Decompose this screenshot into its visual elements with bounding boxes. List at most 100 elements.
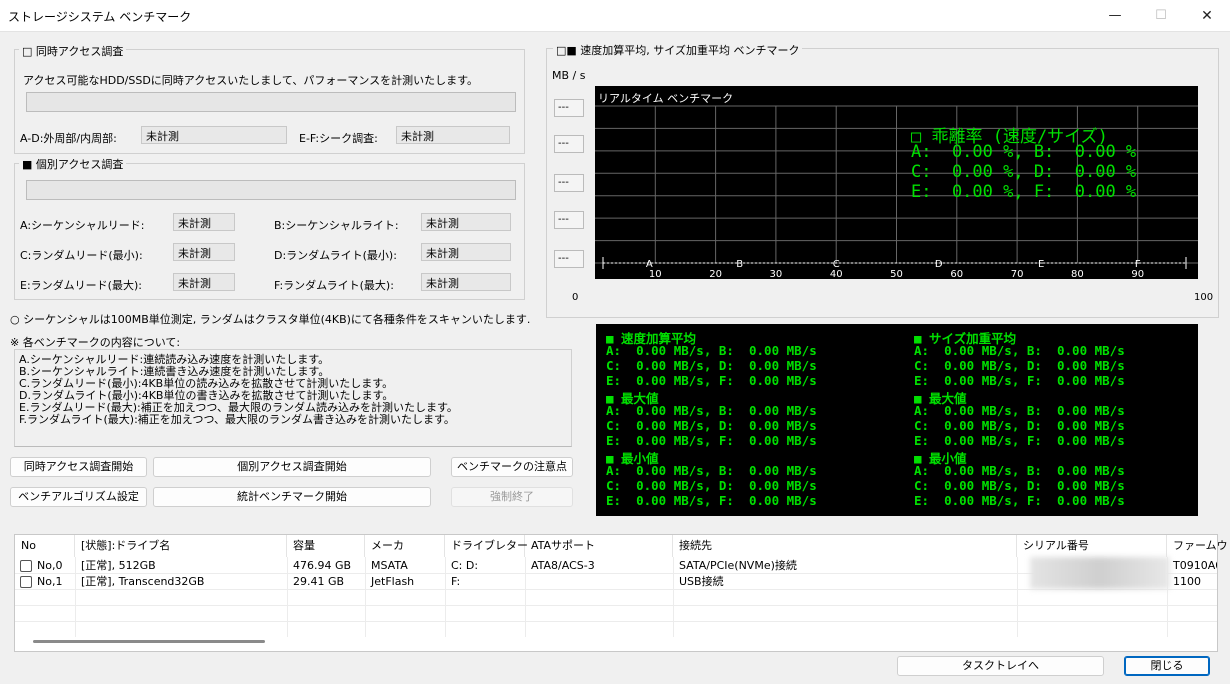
speed-max-ab: A: 0.00 MB/s, B: 0.00 MB/s xyxy=(606,403,817,418)
column-header[interactable]: No xyxy=(15,535,75,557)
x-tick-label: 50 xyxy=(890,269,903,279)
table-cell: 476.94 GB xyxy=(293,559,352,572)
size-max-ab: A: 0.00 MB/s, B: 0.00 MB/s xyxy=(914,403,1125,418)
ratio-line-ab: A: 0.00 %, B: 0.00 % xyxy=(911,142,1137,162)
title-bar: ストレージシステム ベンチマーク — ☐ ✕ xyxy=(0,0,1230,32)
horizontal-scrollbar[interactable] xyxy=(33,640,265,643)
column-header[interactable]: メーカ xyxy=(365,535,445,557)
table-cell: SATA/PCIe(NVMe)接続 xyxy=(679,559,797,572)
close-button[interactable]: 閉じる xyxy=(1124,656,1210,676)
item-c-label: C:ランダムリード(最小): xyxy=(20,249,143,262)
speed-min-ef: E: 0.00 MB/s, F: 0.00 MB/s xyxy=(606,493,817,508)
task-tray-button[interactable]: タスクトレイへ xyxy=(897,656,1104,676)
x-tick-label: 30 xyxy=(770,269,783,279)
speed-max-cd: C: 0.00 MB/s, D: 0.00 MB/s xyxy=(606,418,817,433)
section-marker: C xyxy=(833,259,840,270)
x-tick-label: 90 xyxy=(1131,269,1144,279)
y-tick-label: --- xyxy=(554,250,584,268)
concurrent-description: アクセス可能なHDD/SSDに同時アクセスいたしまして、パフォーマンスを計測いた… xyxy=(23,74,479,87)
ef-label: E-F:シーク調査: xyxy=(299,132,378,145)
window-title: ストレージシステム ベンチマーク xyxy=(8,10,192,24)
section-marker: E xyxy=(1038,259,1044,270)
benchmark-notes-button[interactable]: ベンチマークの注意点 xyxy=(451,457,573,477)
size-max-cd: C: 0.00 MB/s, D: 0.00 MB/s xyxy=(914,418,1125,433)
table-cell: No,1 xyxy=(37,575,63,588)
table-cell: C: D: xyxy=(451,559,479,572)
table-cell: ATA8/ACS-3 xyxy=(531,559,595,572)
item-e-value: 未計測 xyxy=(173,273,235,291)
table-cell: MSATA xyxy=(371,559,408,572)
force-stop-button[interactable]: 強制終了 xyxy=(451,487,573,507)
item-f-label: F:ランダムライト(最大): xyxy=(274,279,394,292)
speed-max-ef: E: 0.00 MB/s, F: 0.00 MB/s xyxy=(606,433,817,448)
column-header[interactable]: シリアル番号 xyxy=(1017,535,1167,557)
column-header[interactable]: ATAサポート xyxy=(525,535,673,557)
chart-title: リアルタイム ベンチマーク xyxy=(598,92,734,105)
section-marker: D xyxy=(935,259,943,270)
item-a-label: A:シーケンシャルリード: xyxy=(20,219,145,232)
item-e-label: E:ランダムリード(最大): xyxy=(20,279,142,292)
item-b-label: B:シーケンシャルライト: xyxy=(274,219,399,232)
item-d-label: D:ランダムライト(最小): xyxy=(274,249,397,262)
individual-start-button[interactable]: 個別アクセス調査開始 xyxy=(153,457,431,477)
ef-value: 未計測 xyxy=(396,126,510,144)
serial-number-redacted xyxy=(1030,557,1170,589)
table-cell: 1100 xyxy=(1173,575,1201,588)
bench-group-label: □■ 速度加算平均, サイズ加重平均 ベンチマーク xyxy=(553,42,803,58)
column-header[interactable]: 容量 xyxy=(287,535,365,557)
x-tick-label: 80 xyxy=(1071,269,1084,279)
algorithm-settings-button[interactable]: ベンチアルゴリズム設定 xyxy=(10,487,147,507)
row-divider xyxy=(15,621,1217,622)
x-tick-label: 70 xyxy=(1011,269,1024,279)
ratio-line-cd: C: 0.00 %, D: 0.00 % xyxy=(911,162,1137,182)
individual-group-label: ■ 個別アクセス調査 xyxy=(19,156,127,172)
speed-avg-cd: C: 0.00 MB/s, D: 0.00 MB/s xyxy=(606,358,817,373)
column-header[interactable]: [状態]:ドライブ名 xyxy=(75,535,287,557)
column-divider xyxy=(1017,557,1018,637)
column-header[interactable]: ドライブレター xyxy=(445,535,528,557)
size-avg-ab: A: 0.00 MB/s, B: 0.00 MB/s xyxy=(914,343,1125,358)
y-tick-label: --- xyxy=(554,135,584,153)
size-avg-ef: E: 0.00 MB/s, F: 0.00 MB/s xyxy=(914,373,1125,388)
table-cell: No,0 xyxy=(37,559,63,572)
column-header[interactable]: ファームウ xyxy=(1167,535,1228,557)
item-b-value: 未計測 xyxy=(421,213,511,231)
x-max-label: 100 xyxy=(1194,292,1214,303)
concurrent-start-button[interactable]: 同時アクセス調査開始 xyxy=(10,457,147,477)
individual-progress-bar xyxy=(26,180,516,200)
x-tick-label: 10 xyxy=(649,269,662,279)
desc-line: F.ランダムライト(最大):補正を加えつつ、最大限のランダム書き込みを計測いたし… xyxy=(19,413,455,426)
table-cell: USB接続 xyxy=(679,575,724,588)
speed-min-ab: A: 0.00 MB/s, B: 0.00 MB/s xyxy=(606,463,817,478)
drive-table[interactable]: No [状態]:ドライブ名 容量 メーカ ドライブレター ATAサポート 接続先… xyxy=(14,534,1228,652)
size-min-ab: A: 0.00 MB/s, B: 0.00 MB/s xyxy=(914,463,1125,478)
scan-note: ○ シーケンシャルは100MB単位測定, ランダムはクラスタ単位(4KB)にて各… xyxy=(10,313,531,326)
table-cell: JetFlash xyxy=(371,575,415,588)
stats-benchmark-start-button[interactable]: 統計ベンチマーク開始 xyxy=(153,487,431,507)
maximize-icon[interactable]: ☐ xyxy=(1138,0,1184,32)
section-marker: B xyxy=(736,259,743,270)
column-header[interactable]: 接続先 xyxy=(673,535,1017,557)
item-a-value: 未計測 xyxy=(173,213,235,231)
y-tick-label: --- xyxy=(554,99,584,117)
ratio-line-ef: E: 0.00 %, F: 0.00 % xyxy=(911,182,1137,202)
table-cell: [正常], 512GB xyxy=(81,559,156,572)
description-heading: ※ 各ベンチマークの内容について: xyxy=(10,336,181,349)
ad-value: 未計測 xyxy=(141,126,287,144)
table-cell: T0910A0 xyxy=(1173,559,1217,572)
minimize-icon[interactable]: — xyxy=(1092,0,1138,32)
item-d-value: 未計測 xyxy=(421,243,511,261)
table-cell: 29.41 GB xyxy=(293,575,345,588)
close-icon[interactable]: ✕ xyxy=(1184,0,1230,32)
y-tick-label: --- xyxy=(554,174,584,192)
speed-min-cd: C: 0.00 MB/s, D: 0.00 MB/s xyxy=(606,478,817,493)
x-tick-label: 40 xyxy=(830,269,843,279)
size-min-cd: C: 0.00 MB/s, D: 0.00 MB/s xyxy=(914,478,1125,493)
x-tick-label: 60 xyxy=(950,269,963,279)
realtime-chart: 10 20 30 40 50 60 70 80 90 A B C D E F リアルタイム ベンチマーク □… xyxy=(595,86,1198,279)
size-max-ef: E: 0.00 MB/s, F: 0.00 MB/s xyxy=(914,433,1125,448)
concurrent-group-label: □ 同時アクセス調査 xyxy=(19,43,127,59)
size-min-ef: E: 0.00 MB/s, F: 0.00 MB/s xyxy=(914,493,1125,508)
section-marker: A xyxy=(646,259,653,270)
concurrent-progress-bar xyxy=(26,92,516,112)
